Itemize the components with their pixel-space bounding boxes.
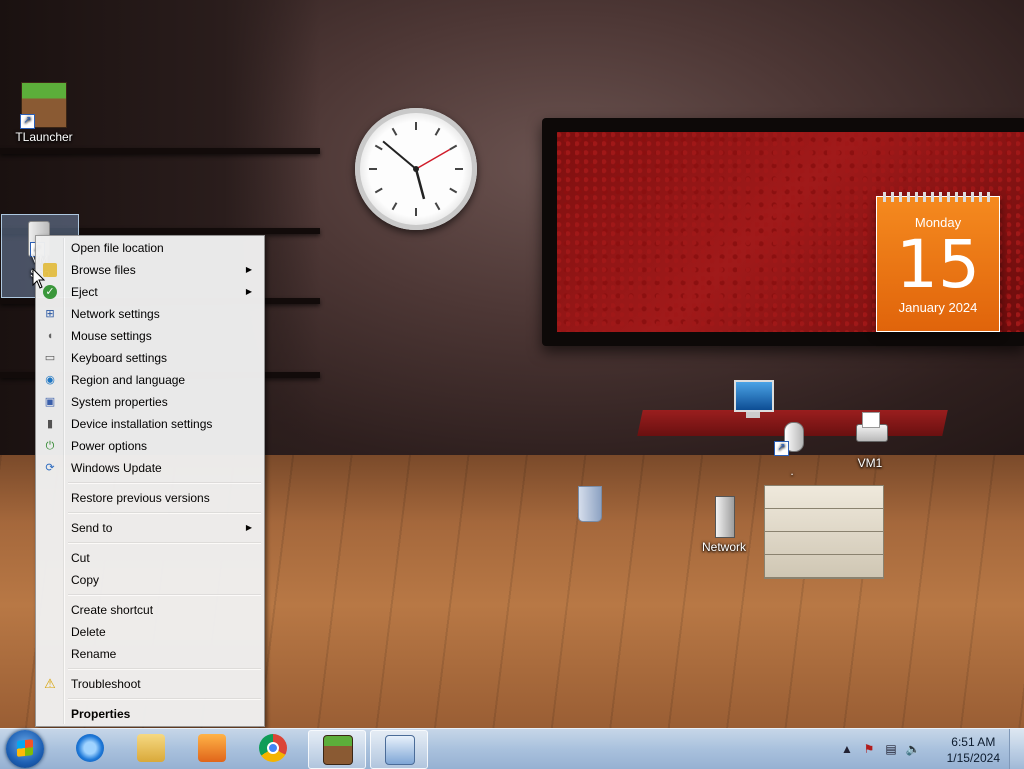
control-panel-icon [385,735,415,765]
desktop-icon-label: . [790,464,794,478]
taskbar: ▲ ⚑ ▤ 🔈 6:51 AM 1/15/2024 [0,728,1024,769]
menu-item-browse-files[interactable]: Browse files ▶ [38,259,262,281]
server-tower-icon [702,494,746,538]
menu-item-windows-update[interactable]: ⟳ Windows Update [38,457,262,479]
volume-muted-icon[interactable]: 🔈 [905,741,921,757]
desktop-icon-vm1-printer[interactable]: VM1 [832,410,908,470]
menu-separator [68,542,261,544]
taskbar-remote-desktop[interactable] [370,730,428,769]
menu-item-create-shortcut[interactable]: Create shortcut [38,599,262,621]
menu-item-rename[interactable]: Rename [38,643,262,665]
taskbar-media-player[interactable] [184,730,240,767]
menu-item-properties[interactable]: Properties [38,703,262,725]
menu-item-eject[interactable]: ✓ Eject ▶ [38,281,262,303]
update-icon: ⟳ [45,462,55,474]
menu-separator [68,668,261,670]
warning-icon: ⚠ [44,676,56,691]
menu-item-network-settings[interactable]: ⊞ Network settings [38,303,262,325]
desktop-icon-mouse-shortcut[interactable]: ↗ . [754,418,830,478]
wallpaper-drawers [764,485,884,579]
clock-hour-hand [414,168,426,200]
desktop-icon-label: VM1 [857,456,883,470]
menu-item-open-file-location[interactable]: Open file location [38,237,262,259]
menu-separator [68,698,261,700]
taskbar-tlauncher[interactable] [308,730,366,769]
menu-item-send-to[interactable]: Send to ▶ [38,517,262,539]
menu-item-device-installation[interactable]: ▮ Device installation settings [38,413,262,435]
menu-item-troubleshoot[interactable]: ⚠ Troubleshoot [38,673,262,695]
context-menu: Open file location Browse files ▶ ✓ Ejec… [35,235,265,727]
show-desktop-button[interactable] [1009,729,1024,769]
taskbar-date: 1/15/2024 [946,751,1000,765]
desktop-icon-label: Network [701,540,746,554]
desktop-icon-recycle-bin[interactable] [550,482,626,528]
system-tray: ▲ ⚑ ▤ 🔈 6:51 AM 1/15/2024 [834,729,1024,769]
menu-item-restore-previous-versions[interactable]: Restore previous versions [38,487,262,509]
system-icon: ▣ [44,396,56,408]
taskbar-clock[interactable]: 6:51 AM 1/15/2024 [947,734,1000,766]
windows-logo-icon [17,739,33,757]
minecraft-grass-icon: ↗ [20,82,67,129]
clock-face [369,122,463,216]
menu-item-power-options[interactable]: ⏻ Power options [38,435,262,457]
menu-item-region-language[interactable]: ◉ Region and language [38,369,262,391]
mouse-icon: ◖ [46,330,54,342]
taskbar-internet-explorer[interactable] [62,730,118,767]
menu-separator [68,482,261,484]
start-button[interactable] [6,730,44,768]
desktop-icon-label: TLauncher [15,130,73,144]
mouse-shortcut-icon: ↗ [770,418,814,462]
taskbar-chrome[interactable] [245,730,301,767]
media-player-icon [198,734,226,762]
submenu-arrow-icon: ▶ [245,523,252,532]
menu-item-keyboard-settings[interactable]: ▭ Keyboard settings [38,347,262,369]
menu-item-system-properties[interactable]: ▣ System properties [38,391,262,413]
clock-minute-hand [382,140,417,170]
desktop-icon-tlauncher[interactable]: ↗ TLauncher [6,82,82,144]
network-icon: ⊞ [45,308,55,320]
calendar-day-number: 15 [896,226,980,303]
menu-separator [68,512,261,514]
device-icon: ▮ [46,418,54,430]
ie-icon [76,734,104,762]
minecraft-grass-icon [323,735,353,765]
menu-item-cut[interactable]: Cut [38,547,262,569]
submenu-arrow-icon: ▶ [245,287,252,296]
clock-second-hand [415,148,451,170]
mouse-cursor-icon [32,268,46,289]
action-center-flag-icon[interactable]: ⚑ [861,741,877,757]
menu-separator [68,594,261,596]
recycle-bin-icon [566,482,610,526]
network-status-icon[interactable]: ▤ [883,741,899,757]
keyboard-icon: ▭ [44,352,56,364]
calendar-gadget[interactable]: Monday 15 January 2024 [876,192,1000,332]
menu-item-mouse-settings[interactable]: ◖ Mouse settings [38,325,262,347]
submenu-arrow-icon: ▶ [245,265,252,274]
menu-item-delete[interactable]: Delete [38,621,262,643]
menu-item-copy[interactable]: Copy [38,569,262,591]
calendar-rings [883,192,993,202]
chrome-icon [259,734,287,762]
show-hidden-icons-icon[interactable]: ▲ [839,741,855,757]
printer-icon [848,410,892,454]
taskbar-time: 6:51 AM [951,735,996,749]
power-icon: ⏻ [45,440,55,452]
folder-icon [137,734,165,762]
clock-gadget[interactable] [355,108,477,230]
globe-icon: ◉ [45,374,55,386]
taskbar-windows-explorer[interactable] [123,730,179,767]
desktop-icon-network[interactable]: Network [686,494,762,554]
